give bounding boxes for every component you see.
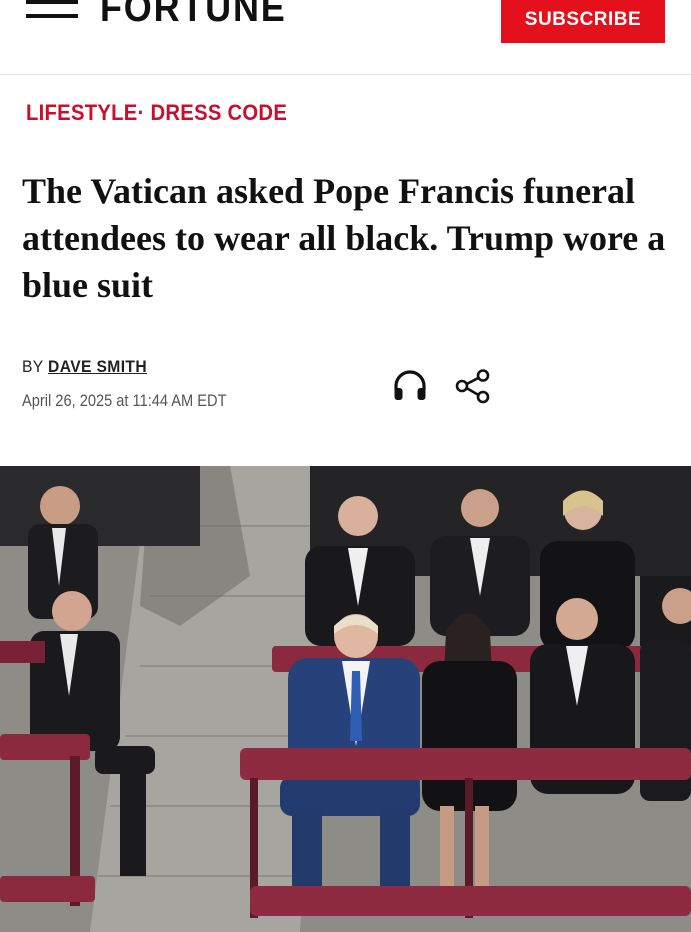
byline-prefix: BY bbox=[22, 357, 44, 376]
headphones-icon[interactable] bbox=[390, 366, 430, 406]
article-hero-image bbox=[0, 466, 691, 932]
share-icon[interactable] bbox=[453, 366, 493, 406]
author-link[interactable]: DAVE SMITH bbox=[48, 357, 147, 376]
hamburger-menu-icon[interactable] bbox=[26, 0, 78, 28]
breadcrumb-separator: · bbox=[137, 100, 145, 125]
breadcrumb-section-link[interactable]: LIFESTYLE bbox=[26, 100, 138, 125]
byline: BY DAVE SMITH bbox=[22, 357, 147, 377]
breadcrumb: LIFESTYLE· DRESS CODE bbox=[26, 100, 287, 126]
breadcrumb-topic-link[interactable]: DRESS CODE bbox=[151, 100, 288, 125]
site-logo[interactable]: FORTUNE bbox=[100, 0, 287, 31]
subscribe-button[interactable]: SUBSCRIBE bbox=[501, 0, 665, 43]
site-header: FORTUNE SUBSCRIBE bbox=[0, 0, 691, 75]
publish-date: April 26, 2025 at 11:44 AM EDT bbox=[22, 391, 227, 410]
article-headline: The Vatican asked Pope Francis funeral a… bbox=[22, 171, 666, 305]
